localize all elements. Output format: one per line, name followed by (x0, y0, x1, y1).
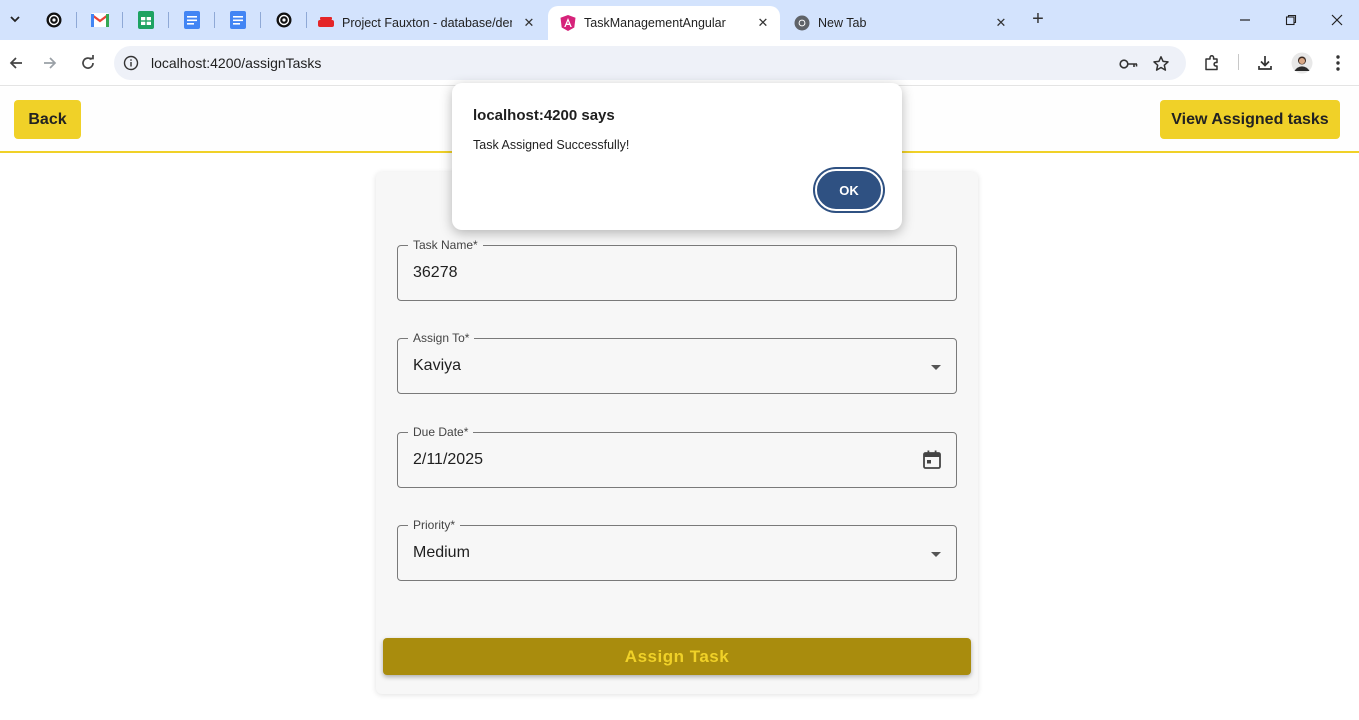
close-tab-icon[interactable]: ✕ (520, 14, 538, 32)
sheets-icon[interactable] (134, 8, 158, 32)
task-name-field[interactable]: Task Name* 36278 (397, 238, 957, 301)
task-name-value: 36278 (413, 264, 458, 281)
tab-project-fauxton[interactable]: Project Fauxton - database/dem ✕ (306, 6, 546, 40)
extensions-puzzle-icon[interactable] (1201, 52, 1223, 74)
url-text: localhost:4200/assignTasks (151, 55, 322, 71)
tab-title: New Tab (818, 16, 867, 30)
docs-icon[interactable] (180, 8, 204, 32)
tab-title: Project Fauxton - database/dem (342, 16, 512, 30)
assign-to-select[interactable]: Assign To* Kaviya (397, 331, 957, 394)
dropdown-arrow-icon[interactable] (931, 365, 941, 370)
openai-icon[interactable] (42, 8, 66, 32)
view-assigned-tasks-button[interactable]: View Assigned tasks (1160, 100, 1340, 139)
bookmark-star-icon[interactable] (1151, 54, 1171, 74)
assign-task-button[interactable]: Assign Task (383, 638, 971, 675)
dialog-ok-button[interactable]: OK (815, 169, 883, 211)
alert-dialog: localhost:4200 says Task Assigned Succes… (452, 83, 902, 230)
browser-toolbar: localhost:4200/assignTasks (0, 40, 1359, 86)
close-tab-icon[interactable]: ✕ (754, 14, 772, 32)
profile-avatar[interactable] (1291, 52, 1313, 74)
download-icon[interactable] (1254, 52, 1276, 74)
gmail-icon[interactable] (88, 8, 112, 32)
tab-task-management[interactable]: TaskManagementAngular ✕ (548, 6, 780, 40)
due-date-field[interactable]: Due Date* 2/11/2025 (397, 425, 957, 488)
tab-search-chevron-icon[interactable] (4, 8, 26, 30)
address-bar[interactable]: localhost:4200/assignTasks (114, 46, 1186, 80)
openai-icon[interactable] (272, 8, 296, 32)
tab-new-tab[interactable]: New Tab ✕ (782, 6, 1018, 40)
password-key-icon[interactable] (1119, 54, 1139, 74)
dropdown-arrow-icon[interactable] (931, 552, 941, 557)
calendar-icon[interactable] (920, 448, 944, 472)
minimize-icon[interactable] (1235, 10, 1255, 30)
priority-label: Priority* (408, 518, 461, 532)
task-name-label: Task Name* (408, 238, 483, 252)
priority-select[interactable]: Priority* Medium (397, 518, 957, 581)
back-arrow-icon[interactable] (5, 52, 27, 74)
restore-icon[interactable] (1281, 10, 1301, 30)
more-menu-icon[interactable] (1327, 52, 1349, 74)
couchdb-icon (318, 15, 334, 31)
due-date-label: Due Date* (408, 425, 474, 439)
browser-tabstrip: Project Fauxton - database/dem ✕ TaskMan… (0, 0, 1359, 40)
dialog-title: localhost:4200 says (473, 107, 615, 124)
dialog-message: Task Assigned Successfully! (473, 138, 630, 152)
close-window-icon[interactable] (1327, 10, 1347, 30)
assign-task-form: Task Name* 36278 Assign To* Kaviya Due D… (376, 172, 978, 694)
docs-icon[interactable] (226, 8, 250, 32)
priority-value: Medium (413, 544, 470, 561)
assign-to-label: Assign To* (408, 331, 475, 345)
due-date-value: 2/11/2025 (413, 451, 483, 468)
close-tab-icon[interactable]: ✕ (992, 14, 1010, 32)
assign-to-value: Kaviya (413, 357, 462, 374)
tab-title: TaskManagementAngular (584, 16, 726, 30)
new-tab-plus-icon[interactable]: + (1028, 9, 1048, 30)
angular-icon (560, 15, 576, 31)
forward-arrow-icon[interactable] (39, 52, 61, 74)
chrome-icon (794, 15, 810, 31)
site-info-icon[interactable] (122, 54, 140, 72)
reload-icon[interactable] (77, 52, 99, 74)
back-button[interactable]: Back (14, 100, 81, 139)
